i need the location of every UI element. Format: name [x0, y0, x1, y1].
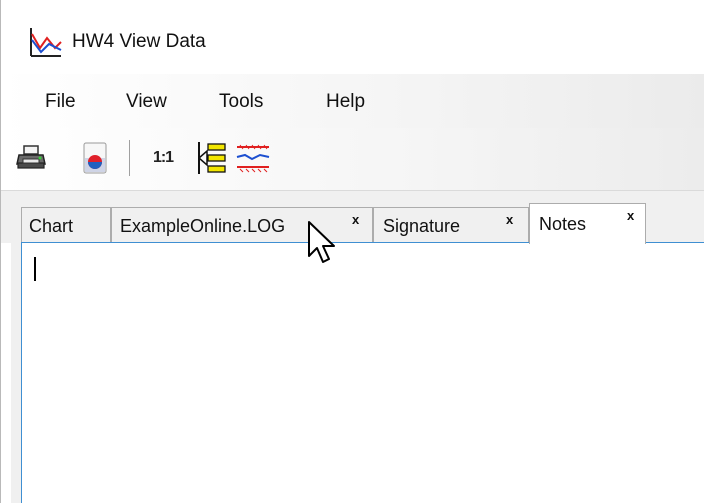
limit-lines-button[interactable]: [235, 140, 271, 176]
menu-help[interactable]: Help: [324, 91, 367, 113]
content-frame: [11, 242, 21, 503]
tab-signature[interactable]: Signature x: [373, 207, 529, 243]
tab-signature-close-button[interactable]: x: [506, 212, 513, 227]
tab-notes-label: Notes: [539, 214, 587, 234]
tab-chart[interactable]: Chart: [21, 207, 111, 243]
toolbar-separator: [129, 140, 130, 176]
zoom-one-to-one-button[interactable]: 1:1: [143, 140, 183, 176]
zoom-one-to-one-label: 1:1: [152, 149, 174, 166]
menu-file[interactable]: File: [43, 91, 78, 113]
toolbar: 1:1: [1, 128, 704, 190]
window-title: HW4 View Data: [72, 31, 206, 52]
legend-button[interactable]: [193, 140, 229, 176]
text-caret: [34, 257, 36, 281]
tab-signature-label: Signature: [383, 216, 461, 236]
tab-exampleonline-log-close-button[interactable]: x: [352, 212, 359, 227]
record-icon: [83, 142, 107, 174]
notes-text-area[interactable]: [21, 242, 704, 503]
line-chart-app-icon: [30, 28, 62, 57]
menu-view[interactable]: View: [124, 91, 169, 113]
menu-bar: File View Tools Help: [1, 74, 704, 128]
legend-icon: [198, 142, 226, 174]
limit-lines-icon: [236, 144, 270, 173]
application-window: HW4 View Data File View Tools Help 1:1 C…: [0, 0, 704, 503]
mouse-pointer-icon: [308, 221, 335, 263]
tab-exampleonline-log-label: ExampleOnline.LOG: [120, 216, 286, 236]
tab-notes-close-button[interactable]: x: [627, 208, 634, 223]
title-bar[interactable]: HW4 View Data: [1, 0, 704, 74]
tab-chart-label: Chart: [29, 216, 74, 236]
printer-icon: [16, 145, 46, 169]
tab-strip: Chart ExampleOnline.LOG x Signature x No…: [1, 190, 704, 244]
record-button[interactable]: [77, 140, 113, 176]
print-button[interactable]: [13, 140, 49, 176]
tab-notes[interactable]: Notes x: [529, 203, 646, 244]
menu-tools[interactable]: Tools: [217, 91, 265, 113]
